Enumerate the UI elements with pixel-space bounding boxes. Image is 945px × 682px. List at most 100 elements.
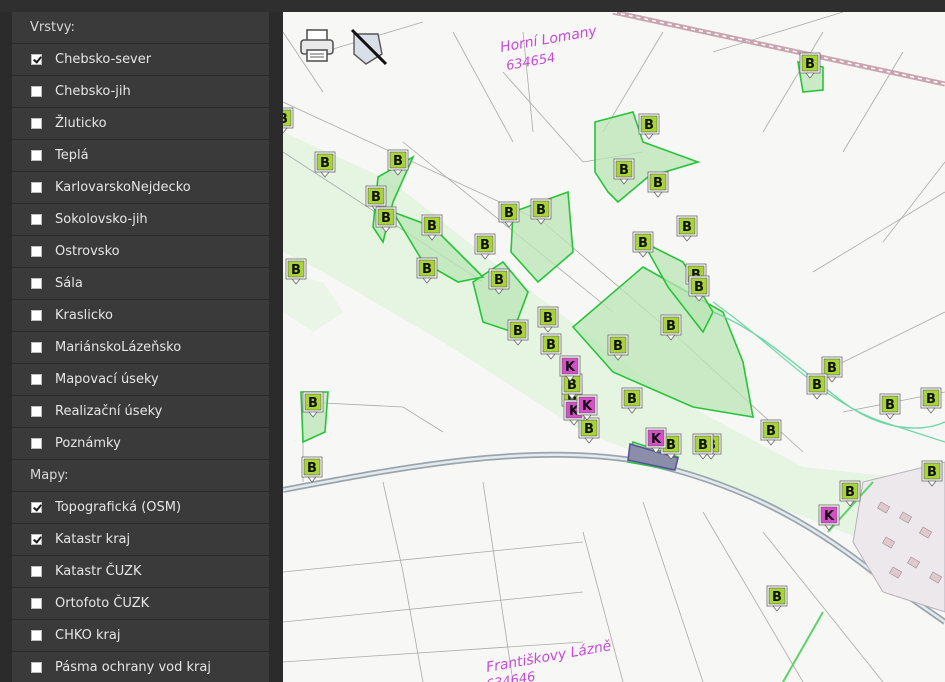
marker-letter: B <box>627 392 637 407</box>
site-marker-b[interactable]: B <box>760 419 782 446</box>
marker-letter: B <box>698 438 708 453</box>
site-marker-b[interactable]: B <box>806 373 828 400</box>
marker-letter: B <box>926 392 936 407</box>
layer-item-pasma-ochrany-vod-kraj[interactable]: Pásma ochrany vod kraj <box>12 652 269 682</box>
layer-label: Ostrovsko <box>55 244 120 259</box>
layer-label: Sokolovsko-jih <box>55 212 148 227</box>
layer-label: Sála <box>55 276 83 291</box>
layer-item-ortofoto-cuzk[interactable]: Ortofoto ČUZK <box>12 588 269 620</box>
layer-item-kraslicko[interactable]: Kraslicko <box>12 300 269 332</box>
layer-label: Ortofoto ČUZK <box>55 596 150 611</box>
site-marker-b[interactable]: B <box>647 171 669 198</box>
layer-item-sala[interactable]: Sála <box>12 268 269 300</box>
marker-letter: B <box>546 338 556 353</box>
marker-letter: B <box>307 461 317 476</box>
layer-checkbox[interactable] <box>31 246 42 257</box>
site-marker-b[interactable]: B <box>920 387 942 414</box>
layer-item-sokolovsko-jih[interactable]: Sokolovsko-jih <box>12 204 269 236</box>
layer-checkbox[interactable] <box>31 406 42 417</box>
layer-item-realizacni-useky[interactable]: Realizační úseky <box>12 396 269 428</box>
site-marker-b[interactable]: B <box>879 393 901 420</box>
marker-letter: B <box>653 176 663 191</box>
marker-letter: B <box>613 339 623 354</box>
marker-letter: B <box>567 378 577 393</box>
layer-checkbox[interactable] <box>31 438 42 449</box>
layer-checkbox[interactable] <box>31 374 42 385</box>
marker-letter: B <box>694 280 704 295</box>
site-marker-b[interactable]: B <box>283 107 294 134</box>
layer-item-mapovaci-useky[interactable]: Mapovací úseky <box>12 364 269 396</box>
marker-letter: B <box>666 319 676 334</box>
marker-letter: B <box>427 219 437 234</box>
site-marker-b[interactable]: B <box>766 585 788 612</box>
site-marker-b[interactable]: B <box>638 113 660 140</box>
marker-letter: B <box>619 163 629 178</box>
marker-letter: K <box>824 509 835 524</box>
marker-letter: B <box>927 465 937 480</box>
marker-letter: B <box>393 154 403 169</box>
layer-checkbox[interactable] <box>31 534 42 545</box>
layer-item-katastr-kraj[interactable]: Katastr kraj <box>12 524 269 556</box>
layer-checkbox[interactable] <box>31 310 42 321</box>
layer-item-karlovarskonejdecko[interactable]: KarlovarskoNejdecko <box>12 172 269 204</box>
layer-checkbox[interactable] <box>31 598 42 609</box>
layer-item-ostrovsko[interactable]: Ostrovsko <box>12 236 269 268</box>
layer-item-marianskolazensko[interactable]: MariánskoLázeňsko <box>12 332 269 364</box>
site-marker-b[interactable]: B <box>301 456 323 483</box>
layer-checkbox[interactable] <box>31 54 42 65</box>
layer-label: Mapovací úseky <box>55 372 159 387</box>
layer-item-chebsko-jih[interactable]: Chebsko-jih <box>12 76 269 108</box>
marker-letter: B <box>480 238 490 253</box>
layer-item-zluticko[interactable]: Žluticko <box>12 108 269 140</box>
marker-letter: B <box>308 396 318 411</box>
layer-checkbox[interactable] <box>31 150 42 161</box>
map-canvas[interactable]: Horní Lomany634654Františkovy Lázně63464… <box>283 12 945 682</box>
layer-label: Katastr ČUZK <box>55 564 142 579</box>
marker-letter: B <box>805 57 815 72</box>
marker-letter: B <box>666 438 676 453</box>
layer-label: Kraslicko <box>55 308 113 323</box>
layer-checkbox[interactable] <box>31 502 42 513</box>
marker-letter: B <box>320 156 330 171</box>
site-marker-b[interactable]: B <box>676 215 698 242</box>
layer-item-chebsko-sever[interactable]: Chebsko-sever <box>12 44 269 76</box>
layer-item-topograficka-osm[interactable]: Topografická (OSM) <box>12 492 269 524</box>
layer-checkbox[interactable] <box>31 662 42 673</box>
printer-icon <box>300 29 334 62</box>
marker-letter: B <box>766 424 776 439</box>
layer-label: CHKO kraj <box>55 628 121 643</box>
print-button[interactable] <box>298 26 336 66</box>
layer-label: MariánskoLázeňsko <box>55 340 182 355</box>
layer-checkbox[interactable] <box>31 182 42 193</box>
layer-item-katastr-cuzk[interactable]: Katastr ČUZK <box>12 556 269 588</box>
marker-letter: B <box>638 236 648 251</box>
layer-item-tepla[interactable]: Teplá <box>12 140 269 172</box>
marker-letter: B <box>845 485 855 500</box>
clear-features-button[interactable] <box>348 26 388 66</box>
marker-letter: B <box>644 118 654 133</box>
marker-letter: B <box>371 190 381 205</box>
layer-checkbox[interactable] <box>31 214 42 225</box>
layer-label: Realizační úseky <box>55 404 163 419</box>
layer-item-chko-kraj[interactable]: CHKO kraj <box>12 620 269 652</box>
section-heading: Mapy: <box>12 460 269 492</box>
site-marker-b[interactable]: B <box>578 417 600 444</box>
layer-label: Pásma ochrany vod kraj <box>55 660 211 675</box>
layer-checkbox[interactable] <box>31 118 42 129</box>
marker-letter: B <box>584 422 594 437</box>
marker-letter: B <box>682 220 692 235</box>
cadastre-label: Františkovy Lázně <box>485 638 613 676</box>
layer-checkbox[interactable] <box>31 566 42 577</box>
layer-item-poznamky[interactable]: Poznámky <box>12 428 269 460</box>
layer-checkbox[interactable] <box>31 86 42 97</box>
marker-letter: K <box>565 360 576 375</box>
layer-checkbox[interactable] <box>31 630 42 641</box>
layer-label: Žluticko <box>55 116 107 131</box>
layer-label: Katastr kraj <box>55 532 131 547</box>
marker-letter: B <box>504 206 514 221</box>
layer-checkbox[interactable] <box>31 278 42 289</box>
map-view[interactable]: Horní Lomany 634654 Františkovy Lázně 63464… <box>283 12 945 682</box>
layer-checkbox[interactable] <box>31 342 42 353</box>
marker-letter: B <box>812 378 822 393</box>
marker-letter: B <box>283 112 288 127</box>
